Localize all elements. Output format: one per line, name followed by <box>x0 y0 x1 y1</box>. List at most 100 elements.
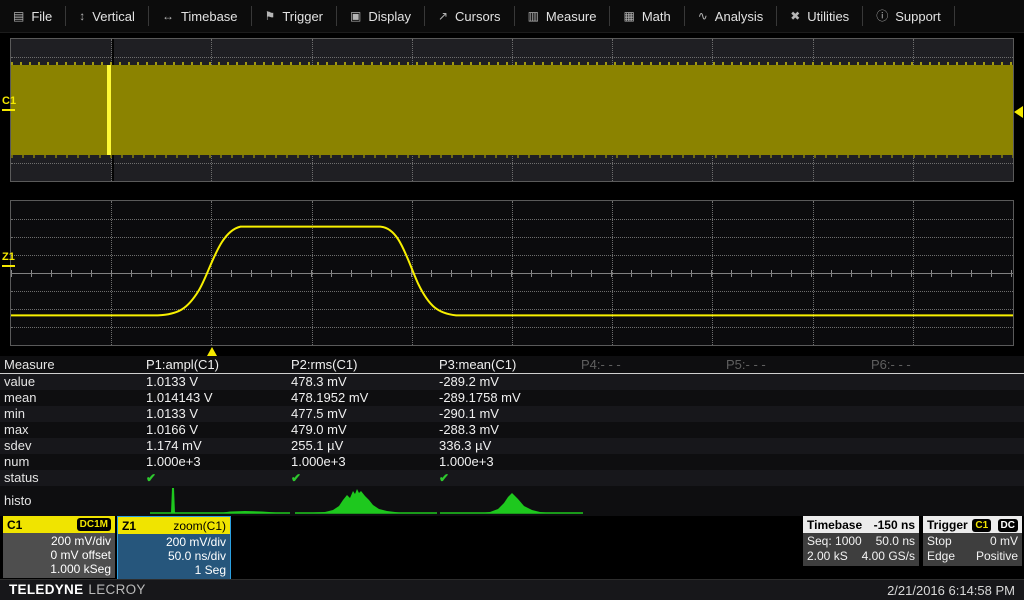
measure-p2-header[interactable]: P2:rms(C1) <box>291 356 439 373</box>
main-waveform-grid[interactable] <box>10 38 1014 182</box>
menu-analysis[interactable]: ∿ Analysis <box>685 0 776 32</box>
row-label: status <box>0 470 146 486</box>
timebase-sample-rate: 4.00 GS/s <box>862 549 915 564</box>
row-label: value <box>0 374 146 390</box>
cell-value: 1.0166 V <box>146 422 291 438</box>
timebase-icon: ↔ <box>162 10 174 22</box>
z1-pulse-waveform <box>11 201 1013 345</box>
table-row-min: min 1.0133 V 477.5 mV -290.1 mV <box>0 406 1024 422</box>
menu-vertical[interactable]: ↕ Vertical <box>66 0 148 32</box>
trigger-time-marker-icon[interactable] <box>207 347 217 356</box>
histogram-p3 <box>440 486 583 514</box>
row-label: sdev <box>0 438 146 454</box>
cell-value: 1.0133 V <box>146 374 291 390</box>
c1-trace-label[interactable]: C1 <box>2 96 16 111</box>
measure-icon: ▥ <box>528 10 539 22</box>
table-row-max: max 1.0166 V 479.0 mV -288.3 mV <box>0 422 1024 438</box>
menu-cursors[interactable]: ↗ Cursors <box>425 0 514 32</box>
cell-value: 1.0133 V <box>146 406 291 422</box>
cell-value: -288.3 mV <box>439 422 581 438</box>
timebase-title: Timebase <box>807 518 862 532</box>
row-label: histo <box>0 493 146 509</box>
menu-vertical-label: Vertical <box>92 9 135 24</box>
cell-value: 477.5 mV <box>291 406 439 422</box>
row-label: max <box>0 422 146 438</box>
table-row-mean: mean 1.014143 V 478.1952 mV -289.1758 mV <box>0 390 1024 406</box>
histogram-p1 <box>150 486 290 514</box>
cell-value: 1.000e+3 <box>439 454 581 470</box>
menu-support[interactable]: ⓘ Support <box>863 0 954 32</box>
z1-trace-label[interactable]: Z1 <box>2 252 15 267</box>
trigger-coupling-badge: DC <box>998 519 1018 532</box>
menu-utilities[interactable]: ✖ Utilities <box>777 0 862 32</box>
cell-value: 479.0 mV <box>291 422 439 438</box>
menu-bar: ▤ File ↕ Vertical ↔ Timebase ⚑ Trigger ▣… <box>0 0 1024 33</box>
trigger-slope: Positive <box>976 549 1018 564</box>
z1-descriptor-title: Z1 <box>122 519 136 533</box>
menu-measure-label: Measure <box>546 9 597 24</box>
menu-math-label: Math <box>642 9 671 24</box>
timebase-time-per-div: 50.0 ns <box>876 534 915 549</box>
vertical-icon: ↕ <box>79 10 85 22</box>
cell-value: 478.3 mV <box>291 374 439 390</box>
zoom-region-highlight[interactable] <box>107 65 111 155</box>
cell-value: -290.1 mV <box>439 406 581 422</box>
table-row-value: value 1.0133 V 478.3 mV -289.2 mV <box>0 374 1024 390</box>
menu-timebase[interactable]: ↔ Timebase <box>149 0 251 32</box>
status-check-icon: ✔ <box>439 470 581 486</box>
cell-value: 1.174 mV <box>146 438 291 454</box>
c1-segments: 1.000 kSeg <box>7 562 111 576</box>
menu-measure[interactable]: ▥ Measure <box>515 0 610 32</box>
support-icon: ⓘ <box>876 10 888 22</box>
cursors-icon: ↗ <box>438 10 448 22</box>
zoom-waveform-grid[interactable] <box>10 200 1014 346</box>
menu-trigger-label: Trigger <box>282 9 323 24</box>
cell-value: 1.014143 V <box>146 390 291 406</box>
cell-value: 336.3 µV <box>439 438 581 454</box>
status-bar: TELEDYNELECROY 2/21/2016 6:14:58 PM <box>0 579 1024 600</box>
c1-trace-persistence-band <box>11 65 1013 155</box>
measure-p6-header[interactable]: P6:- - - <box>871 356 1024 373</box>
menu-file[interactable]: ▤ File <box>0 0 65 32</box>
timebase-descriptor-box[interactable]: Timebase -150 ns Seq: 1000 50.0 ns 2.00 … <box>803 516 919 566</box>
histogram-p2 <box>295 486 437 514</box>
timebase-seq-count: Seq: 1000 <box>807 534 862 549</box>
menu-display[interactable]: ▣ Display <box>337 0 424 32</box>
c1-volts-per-div: 200 mV/div <box>7 534 111 548</box>
file-icon: ▤ <box>13 10 24 22</box>
analysis-icon: ∿ <box>698 10 708 22</box>
menu-analysis-label: Analysis <box>715 9 763 24</box>
trigger-source-badge: C1 <box>972 519 991 532</box>
z1-source: zoom(C1) <box>173 519 226 533</box>
measure-header-label: Measure <box>0 356 146 373</box>
menu-cursors-label: Cursors <box>455 9 501 24</box>
cell-value: 1.000e+3 <box>291 454 439 470</box>
gridline <box>11 163 1013 164</box>
measure-p5-header[interactable]: P5:- - - <box>726 356 871 373</box>
menu-utilities-label: Utilities <box>807 9 849 24</box>
z1-descriptor-box[interactable]: Z1 zoom(C1) 200 mV/div 50.0 ns/div 1 Seg <box>117 516 231 580</box>
measure-p1-header[interactable]: P1:ampl(C1) <box>146 356 291 373</box>
trigger-level: 0 mV <box>990 534 1018 549</box>
measure-header-row: Measure P1:ampl(C1) P2:rms(C1) P3:mean(C… <box>0 356 1024 374</box>
teledyne-lecroy-logo: TELEDYNELECROY <box>9 581 146 599</box>
utilities-icon: ✖ <box>790 10 800 22</box>
menu-file-label: File <box>31 9 52 24</box>
status-check-icon: ✔ <box>291 470 439 486</box>
trigger-descriptor-box[interactable]: Trigger C1 DC Stop 0 mV Edge Positive <box>923 516 1022 566</box>
z1-time-per-div: 50.0 ns/div <box>122 549 226 563</box>
brand-primary: TELEDYNE <box>9 582 83 597</box>
menu-math[interactable]: ▦ Math <box>610 0 683 32</box>
oscilloscope-screen: ▤ File ↕ Vertical ↔ Timebase ⚑ Trigger ▣… <box>0 0 1024 600</box>
measure-p4-header[interactable]: P4:- - - <box>581 356 726 373</box>
cell-value: 478.1952 mV <box>291 390 439 406</box>
datetime-display: 2/21/2016 6:14:58 PM <box>887 583 1015 598</box>
menu-support-label: Support <box>895 9 941 24</box>
c1-descriptor-box[interactable]: C1 DC1M 200 mV/div 0 mV offset 1.000 kSe… <box>3 516 115 578</box>
display-icon: ▣ <box>350 10 361 22</box>
measure-p3-header[interactable]: P3:mean(C1) <box>439 356 581 373</box>
trigger-level-marker-icon[interactable] <box>1014 106 1023 118</box>
trigger-mode: Stop <box>927 534 952 549</box>
timebase-delay: -150 ns <box>874 518 915 532</box>
menu-trigger[interactable]: ⚑ Trigger <box>252 0 336 32</box>
